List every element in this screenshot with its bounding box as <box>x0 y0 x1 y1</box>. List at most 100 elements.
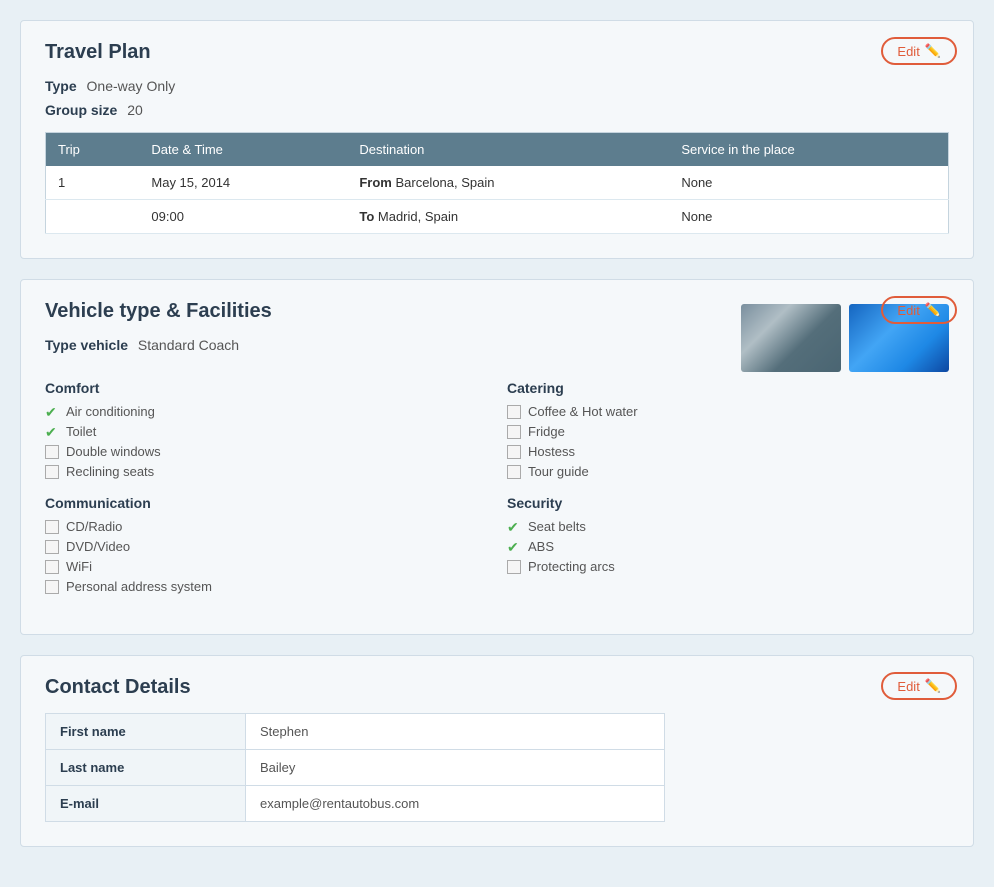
checkbox-icon <box>45 520 59 534</box>
facility-label: Reclining seats <box>66 464 154 479</box>
facility-fridge: Fridge <box>507 424 949 439</box>
type-vehicle-value: Standard Coach <box>138 337 239 353</box>
col-destination: Destination <box>347 133 669 167</box>
checkbox-icon <box>507 560 521 574</box>
cell-destination-to: To Madrid, Spain <box>347 200 669 234</box>
facility-tour-guide: Tour guide <box>507 464 949 479</box>
facility-label: DVD/Video <box>66 539 130 554</box>
travel-plan-title: Travel Plan <box>45 41 949 64</box>
facility-label: Toilet <box>66 424 96 439</box>
facility-wifi: WiFi <box>45 559 487 574</box>
checkbox-icon <box>45 580 59 594</box>
facility-dvd-video: DVD/Video <box>45 539 487 554</box>
facility-label: ABS <box>528 539 554 554</box>
pencil-icon: ✏️ <box>925 43 941 59</box>
cell-service-from: None <box>669 166 948 200</box>
col-trip: Trip <box>46 133 140 167</box>
checkbox-icon <box>507 465 521 479</box>
type-vehicle-field: Type vehicle Standard Coach <box>45 337 272 353</box>
travel-plan-edit-button[interactable]: Edit ✏️ <box>881 37 957 65</box>
checkbox-icon <box>507 445 521 459</box>
trip-table: Trip Date & Time Destination Service in … <box>45 132 949 234</box>
facility-abs: ✔ ABS <box>507 539 949 554</box>
table-row: First name Stephen <box>46 714 665 750</box>
check-icon: ✔ <box>45 425 59 439</box>
facility-label: Seat belts <box>528 519 586 534</box>
facility-protecting-arcs: Protecting arcs <box>507 559 949 574</box>
facilities-grid: Comfort ✔ Air conditioning ✔ Toilet Doub… <box>45 380 949 610</box>
cell-trip-empty <box>46 200 140 234</box>
contact-edit-button[interactable]: Edit ✏️ <box>881 672 957 700</box>
type-vehicle-label: Type vehicle <box>45 337 128 353</box>
facility-label: Fridge <box>528 424 565 439</box>
facility-coffee: Coffee & Hot water <box>507 404 949 419</box>
cell-time: 09:00 <box>139 200 347 234</box>
type-label: Type <box>45 78 77 94</box>
facility-label: Protecting arcs <box>528 559 615 574</box>
facility-label: Tour guide <box>528 464 589 479</box>
bus-image-1 <box>741 304 841 372</box>
type-field: Type One-way Only <box>45 78 949 94</box>
communication-title: Communication <box>45 495 487 511</box>
facility-label: CD/Radio <box>66 519 122 534</box>
vehicle-facilities-card: Vehicle type & Facilities Type vehicle S… <box>20 279 974 635</box>
group-size-label: Group size <box>45 102 117 118</box>
cell-trip-num: 1 <box>46 166 140 200</box>
table-row: E-mail example@rentautobus.com <box>46 786 665 822</box>
contact-field-value: example@rentautobus.com <box>246 786 665 822</box>
page-wrapper: Travel Plan Edit ✏️ Type One-way Only Gr… <box>20 20 974 847</box>
checkbox-icon <box>507 405 521 419</box>
facility-label: Hostess <box>528 444 575 459</box>
contact-edit-label: Edit <box>897 679 919 694</box>
contact-details-title: Contact Details <box>45 676 949 699</box>
pencil-icon-2: ✏️ <box>925 302 941 318</box>
security-title: Security <box>507 495 949 511</box>
vehicle-edit-label: Edit <box>897 303 919 318</box>
contact-table: First name Stephen Last name Bailey E-ma… <box>45 713 665 822</box>
cell-service-to: None <box>669 200 948 234</box>
comfort-title: Comfort <box>45 380 487 396</box>
type-value: One-way Only <box>87 78 176 94</box>
table-row: Last name Bailey <box>46 750 665 786</box>
communication-section: Communication CD/Radio DVD/Video WiFi <box>45 495 487 594</box>
contact-field-label: Last name <box>46 750 246 786</box>
col-service: Service in the place <box>669 133 948 167</box>
security-section: Security ✔ Seat belts ✔ ABS Protecting a… <box>507 495 949 574</box>
check-icon: ✔ <box>507 540 521 554</box>
facility-label: Air conditioning <box>66 404 155 419</box>
facilities-left: Comfort ✔ Air conditioning ✔ Toilet Doub… <box>45 380 487 610</box>
facility-label: Coffee & Hot water <box>528 404 638 419</box>
facility-hostess: Hostess <box>507 444 949 459</box>
facility-seat-belts: ✔ Seat belts <box>507 519 949 534</box>
facility-label: Double windows <box>66 444 161 459</box>
facility-label: Personal address system <box>66 579 212 594</box>
contact-field-label: First name <box>46 714 246 750</box>
checkbox-icon <box>45 445 59 459</box>
catering-section: Catering Coffee & Hot water Fridge Hoste… <box>507 380 949 479</box>
cell-date: May 15, 2014 <box>139 166 347 200</box>
group-size-field: Group size 20 <box>45 102 949 118</box>
group-size-value: 20 <box>127 102 143 118</box>
checkbox-icon <box>507 425 521 439</box>
contact-details-card: Contact Details Edit ✏️ First name Steph… <box>20 655 974 847</box>
checkbox-icon <box>45 560 59 574</box>
table-row: 09:00 To Madrid, Spain None <box>46 200 949 234</box>
col-date-time: Date & Time <box>139 133 347 167</box>
facilities-right: Catering Coffee & Hot water Fridge Hoste… <box>507 380 949 610</box>
facility-air-conditioning: ✔ Air conditioning <box>45 404 487 419</box>
catering-title: Catering <box>507 380 949 396</box>
contact-field-value: Bailey <box>246 750 665 786</box>
cell-destination-from: From Barcelona, Spain <box>347 166 669 200</box>
checkbox-icon <box>45 465 59 479</box>
facility-reclining-seats: Reclining seats <box>45 464 487 479</box>
pencil-icon-3: ✏️ <box>925 678 941 694</box>
contact-field-label: E-mail <box>46 786 246 822</box>
vehicle-edit-button[interactable]: Edit ✏️ <box>881 296 957 324</box>
vehicle-left: Vehicle type & Facilities Type vehicle S… <box>45 300 272 361</box>
checkbox-icon <box>45 540 59 554</box>
facility-label: WiFi <box>66 559 92 574</box>
vehicle-header: Vehicle type & Facilities Type vehicle S… <box>45 300 949 372</box>
check-icon: ✔ <box>45 405 59 419</box>
table-row: 1 May 15, 2014 From Barcelona, Spain Non… <box>46 166 949 200</box>
facility-cd-radio: CD/Radio <box>45 519 487 534</box>
